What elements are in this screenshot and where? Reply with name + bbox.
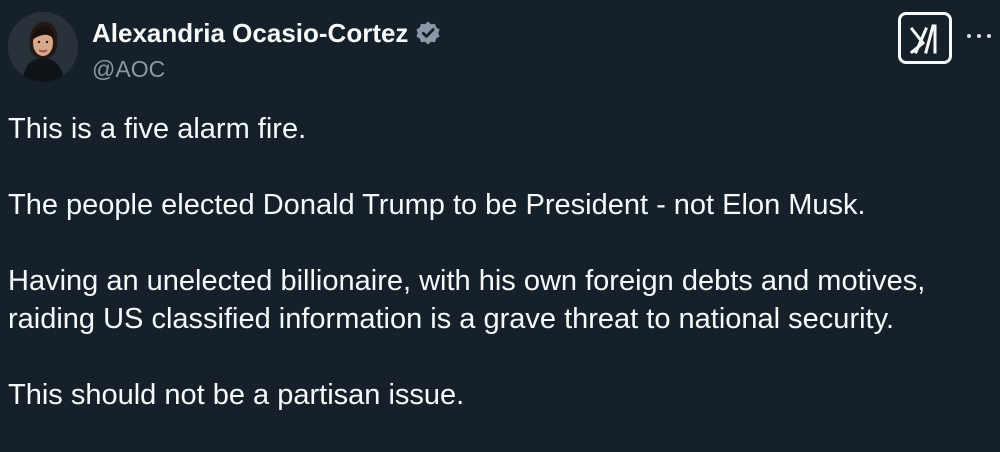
author-name[interactable]: Alexandria Ocasio-Cortez xyxy=(92,18,408,49)
tweet-header: Alexandria Ocasio-Cortez @AOC xyxy=(92,16,692,83)
avatar[interactable] xyxy=(8,12,78,82)
tweet-paragraph-1: This is a five alarm fire. xyxy=(8,113,307,145)
author-name-row: Alexandria Ocasio-Cortez xyxy=(92,16,692,50)
tweet-card: ⋯ ⋯ Alexandria Ocasio-Cortez @AOC xyxy=(0,0,1000,447)
more-options-icon xyxy=(987,34,991,38)
tweet-paragraph-2: The people elected Donald Trump to be Pr… xyxy=(8,189,866,221)
more-options-icon xyxy=(967,34,971,38)
x-grok-logo-icon xyxy=(909,24,937,55)
tweet-body: This is a five alarm fire. The people el… xyxy=(8,110,988,452)
tweet-paragraph-3: Having an unelected billionaire, with hi… xyxy=(8,265,926,335)
more-options-button[interactable] xyxy=(962,24,996,48)
more-options-icon xyxy=(977,34,981,38)
verified-badge-icon xyxy=(414,19,442,47)
profile-photo-icon xyxy=(8,12,78,82)
tweet-paragraph-4: This should not be a partisan issue. xyxy=(8,379,465,411)
x-grok-logo-button[interactable] xyxy=(898,12,952,64)
cropped-header-fragment: ⋯ ⋯ xyxy=(66,0,176,6)
author-handle[interactable]: @AOC xyxy=(92,56,692,83)
